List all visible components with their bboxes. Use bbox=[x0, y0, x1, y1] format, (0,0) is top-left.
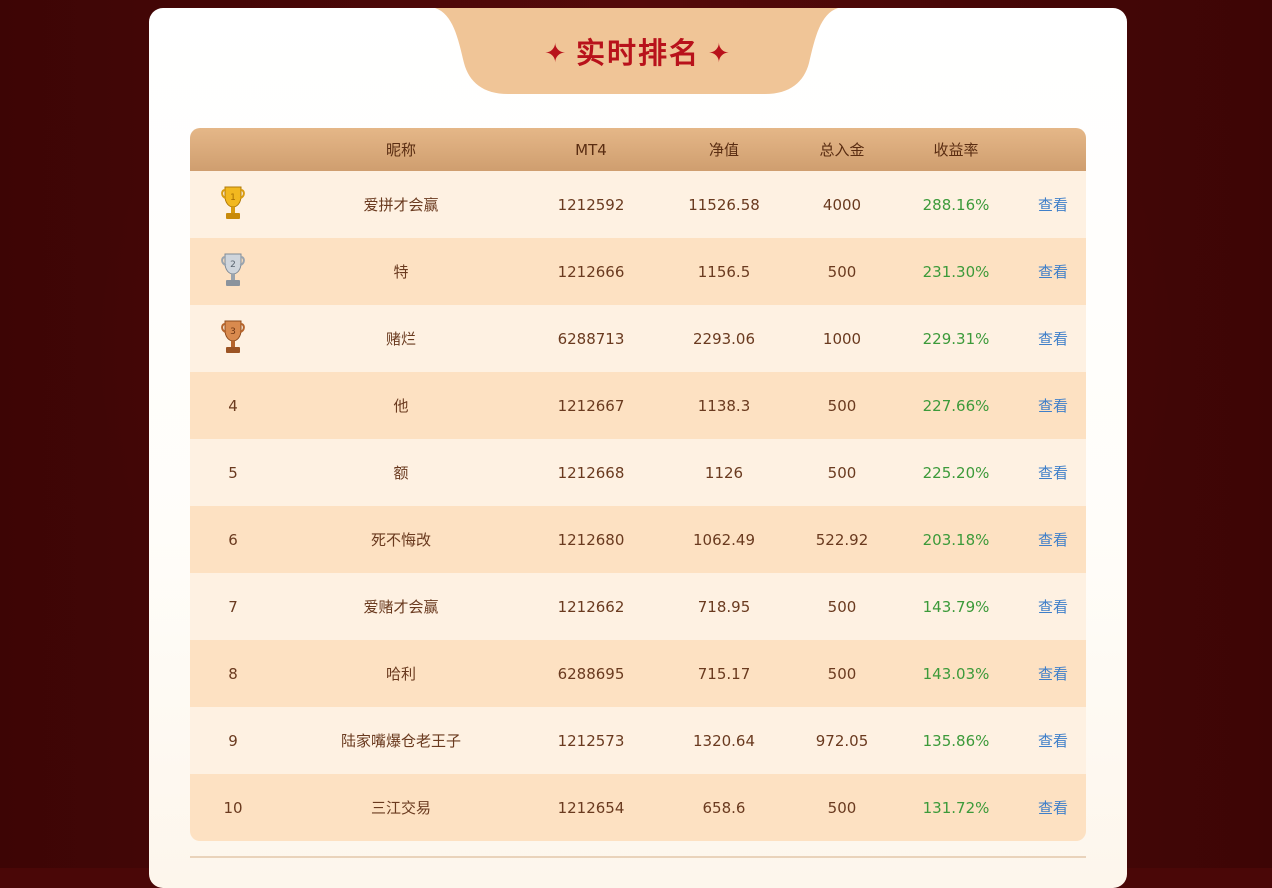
nickname-cell: 额 bbox=[393, 464, 409, 482]
rank-cell: 5 bbox=[228, 463, 238, 482]
nickname-cell: 死不悔改 bbox=[370, 531, 431, 549]
table-row: 9 陆家嘴爆仓老王子 1212573 1320.64 972.05 135.86… bbox=[190, 707, 1086, 774]
ranking-card: ✦ 实时排名 ✦ 昵称 MT4 净值 总入金 收益率 1 爱拼才会赢 12125… bbox=[149, 8, 1127, 888]
nickname-cell: 赌烂 bbox=[385, 330, 416, 348]
return-rate-cell: 227.66% bbox=[922, 396, 990, 415]
table-row: 5 额 1212668 1126 500 225.20% 查看 bbox=[190, 439, 1086, 506]
mt4-cell: 1212668 bbox=[557, 463, 625, 482]
header-total-deposit: 总入金 bbox=[819, 141, 865, 159]
svg-text:2: 2 bbox=[230, 260, 236, 270]
view-link[interactable]: 查看 bbox=[1020, 730, 1086, 751]
net-value-cell: 718.95 bbox=[697, 597, 751, 616]
mt4-cell: 6288695 bbox=[557, 664, 625, 683]
net-value-cell: 1138.3 bbox=[697, 396, 751, 415]
table-row: 10 三江交易 1212654 658.6 500 131.72% 查看 bbox=[190, 774, 1086, 841]
mt4-cell: 1212667 bbox=[557, 396, 625, 415]
return-rate-cell: 135.86% bbox=[922, 731, 990, 750]
view-link[interactable]: 查看 bbox=[1020, 194, 1086, 215]
mt4-cell: 1212573 bbox=[557, 731, 625, 750]
ranking-table: 昵称 MT4 净值 总入金 收益率 1 爱拼才会赢 1212592 11526.… bbox=[190, 128, 1086, 841]
return-rate-cell: 203.18% bbox=[922, 530, 990, 549]
rank-cell: 3 bbox=[190, 318, 276, 360]
nickname-cell: 哈利 bbox=[385, 665, 416, 683]
return-rate-cell: 143.03% bbox=[922, 664, 990, 683]
net-value-cell: 11526.58 bbox=[688, 195, 760, 214]
table-row: 1 爱拼才会赢 1212592 11526.58 4000 288.16% 查看 bbox=[190, 171, 1086, 238]
nickname-cell: 陆家嘴爆仓老王子 bbox=[340, 732, 461, 750]
net-value-cell: 2293.06 bbox=[692, 329, 756, 348]
net-value-cell: 1126 bbox=[704, 463, 744, 482]
total-deposit-cell: 4000 bbox=[822, 195, 862, 214]
rank-cell: 8 bbox=[228, 664, 238, 683]
table-row: 8 哈利 6288695 715.17 500 143.03% 查看 bbox=[190, 640, 1086, 707]
view-link[interactable]: 查看 bbox=[1020, 797, 1086, 818]
nickname-cell: 他 bbox=[393, 397, 409, 415]
table-row: 3 赌烂 6288713 2293.06 1000 229.31% 查看 bbox=[190, 305, 1086, 372]
return-rate-cell: 131.72% bbox=[922, 798, 990, 817]
mt4-cell: 6288713 bbox=[557, 329, 625, 348]
star-icon: ✦ bbox=[544, 39, 568, 69]
rank-cell: 10 bbox=[223, 798, 243, 817]
rank-cell: 9 bbox=[228, 731, 238, 750]
nickname-cell: 爱拼才会赢 bbox=[363, 196, 439, 214]
header-nickname: 昵称 bbox=[385, 141, 416, 159]
nickname-cell: 爱赌才会赢 bbox=[363, 598, 439, 616]
total-deposit-cell: 522.92 bbox=[815, 530, 869, 549]
divider bbox=[190, 856, 1086, 858]
total-deposit-cell: 972.05 bbox=[815, 731, 869, 750]
mt4-cell: 1212592 bbox=[557, 195, 625, 214]
mt4-cell: 1212662 bbox=[557, 597, 625, 616]
svg-text:3: 3 bbox=[230, 327, 236, 337]
rank-cell: 6 bbox=[228, 530, 238, 549]
total-deposit-cell: 500 bbox=[827, 396, 857, 415]
header-mt4: MT4 bbox=[575, 140, 607, 159]
table-row: 6 死不悔改 1212680 1062.49 522.92 203.18% 查看 bbox=[190, 506, 1086, 573]
mt4-cell: 1212666 bbox=[557, 262, 625, 281]
page-title-text: 实时排名 bbox=[575, 36, 700, 70]
view-link[interactable]: 查看 bbox=[1020, 328, 1086, 349]
rank-cell: 7 bbox=[228, 597, 238, 616]
header-net-value: 净值 bbox=[708, 141, 739, 159]
return-rate-cell: 143.79% bbox=[922, 597, 990, 616]
svg-text:1: 1 bbox=[230, 193, 236, 203]
nickname-cell: 三江交易 bbox=[370, 799, 431, 817]
view-link[interactable]: 查看 bbox=[1020, 596, 1086, 617]
net-value-cell: 1062.49 bbox=[692, 530, 756, 549]
total-deposit-cell: 500 bbox=[827, 597, 857, 616]
rank-cell: 2 bbox=[190, 251, 276, 293]
total-deposit-cell: 1000 bbox=[822, 329, 862, 348]
mt4-cell: 1212654 bbox=[557, 798, 625, 817]
star-icon: ✦ bbox=[708, 39, 732, 69]
view-link[interactable]: 查看 bbox=[1020, 462, 1086, 483]
net-value-cell: 1156.5 bbox=[697, 262, 751, 281]
page-title: ✦ 实时排名 ✦ bbox=[149, 30, 1127, 72]
nickname-cell: 特 bbox=[393, 263, 409, 281]
total-deposit-cell: 500 bbox=[827, 262, 857, 281]
net-value-cell: 1320.64 bbox=[692, 731, 756, 750]
table-header: 昵称 MT4 净值 总入金 收益率 bbox=[190, 128, 1086, 171]
net-value-cell: 658.6 bbox=[702, 798, 746, 817]
return-rate-cell: 229.31% bbox=[922, 329, 990, 348]
mt4-cell: 1212680 bbox=[557, 530, 625, 549]
table-row: 4 他 1212667 1138.3 500 227.66% 查看 bbox=[190, 372, 1086, 439]
silver-trophy-icon: 2 bbox=[220, 251, 246, 289]
table-row: 2 特 1212666 1156.5 500 231.30% 查看 bbox=[190, 238, 1086, 305]
net-value-cell: 715.17 bbox=[697, 664, 751, 683]
return-rate-cell: 288.16% bbox=[922, 195, 990, 214]
view-link[interactable]: 查看 bbox=[1020, 663, 1086, 684]
view-link[interactable]: 查看 bbox=[1020, 395, 1086, 416]
gold-trophy-icon: 1 bbox=[220, 184, 246, 222]
bronze-trophy-icon: 3 bbox=[220, 318, 246, 356]
view-link[interactable]: 查看 bbox=[1020, 529, 1086, 550]
return-rate-cell: 231.30% bbox=[922, 262, 990, 281]
header-return-rate: 收益率 bbox=[933, 141, 979, 159]
table-row: 7 爱赌才会赢 1212662 718.95 500 143.79% 查看 bbox=[190, 573, 1086, 640]
total-deposit-cell: 500 bbox=[827, 664, 857, 683]
total-deposit-cell: 500 bbox=[827, 463, 857, 482]
view-link[interactable]: 查看 bbox=[1020, 261, 1086, 282]
rank-cell: 1 bbox=[190, 184, 276, 226]
return-rate-cell: 225.20% bbox=[922, 463, 990, 482]
total-deposit-cell: 500 bbox=[827, 798, 857, 817]
rank-cell: 4 bbox=[228, 396, 238, 415]
